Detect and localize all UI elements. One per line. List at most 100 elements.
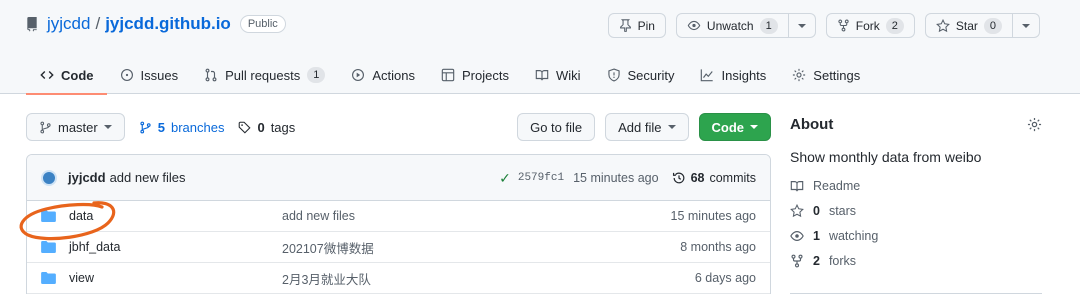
branches-link[interactable]: 5 branches <box>139 119 224 135</box>
forks-link[interactable]: 2 forks <box>790 252 1042 269</box>
repo-tabs: Code Issues Pull requests 1 Actions Proj… <box>26 56 873 95</box>
branch-tag-bar: master 5 branches 0 tags <box>26 113 295 141</box>
tab-label: Pull requests <box>225 67 301 83</box>
folder-icon <box>41 272 56 284</box>
file-age: 6 days ago <box>694 271 756 285</box>
file-table: jyjcdd add new files ✓ 2579fc1 15 minute… <box>26 154 771 294</box>
commit-time: 15 minutes ago <box>573 171 659 185</box>
gear-icon[interactable] <box>1027 117 1042 132</box>
graph-icon <box>701 69 714 82</box>
stars-link[interactable]: 0 stars <box>790 202 1042 219</box>
forks-count: 2 <box>813 253 820 268</box>
watching-label: watching <box>828 228 879 243</box>
repo-header: jyjcdd / jyjcdd.github.io Public Pin Unw… <box>0 0 1080 95</box>
add-file-label: Add file <box>618 119 662 135</box>
chevron-down-icon <box>103 125 112 129</box>
eye-icon <box>790 230 804 241</box>
file-commit-message[interactable]: add new files <box>282 209 355 223</box>
repo-name-link[interactable]: jyjcdd.github.io <box>105 14 231 34</box>
table-icon <box>441 68 455 82</box>
go-to-file-button[interactable]: Go to file <box>517 113 596 141</box>
commit-author[interactable]: jyjcdd <box>68 170 106 185</box>
book-icon <box>535 70 549 81</box>
repo-description: Show monthly data from weibo <box>790 149 982 165</box>
stars-count: 0 <box>813 203 820 218</box>
tags-label: tags <box>270 119 296 135</box>
gear-icon <box>793 68 806 82</box>
pull-request-count: 1 <box>307 67 326 83</box>
file-name[interactable]: view <box>69 271 282 285</box>
tab-settings[interactable]: Settings <box>779 56 873 94</box>
unwatch-dropdown[interactable] <box>788 13 816 38</box>
tab-label: Issues <box>140 67 179 83</box>
repo-owner-link[interactable]: jyjcdd <box>47 14 90 34</box>
tag-icon <box>239 121 251 134</box>
watching-link[interactable]: 1 watching <box>790 227 1042 244</box>
history-icon <box>672 172 684 184</box>
fork-label: Fork <box>855 18 880 33</box>
commit-message[interactable]: add new files <box>110 170 186 185</box>
add-file-button[interactable]: Add file <box>605 113 689 141</box>
table-row[interactable]: data add new files 15 minutes ago <box>27 201 770 232</box>
file-age: 15 minutes ago <box>670 209 756 223</box>
check-icon[interactable]: ✓ <box>499 170 511 187</box>
issue-icon <box>120 69 133 81</box>
commit-sha[interactable]: 2579fc1 <box>518 172 564 184</box>
file-navigation: master 5 branches 0 tags Go to file Add … <box>26 113 771 141</box>
table-row[interactable]: jbhf_data 202107微博数据 8 months ago <box>27 232 770 263</box>
pin-button[interactable]: Pin <box>607 13 666 38</box>
tab-label: Wiki <box>555 67 581 83</box>
tab-issues[interactable]: Issues <box>107 56 192 94</box>
branches-count: 5 <box>157 119 165 135</box>
unwatch-group: Unwatch 1 <box>675 13 816 38</box>
tab-code[interactable]: Code <box>26 56 107 95</box>
tab-projects[interactable]: Projects <box>428 56 522 94</box>
play-icon <box>352 69 365 81</box>
commits-label: commits <box>709 171 756 185</box>
about-header: About <box>790 113 1042 135</box>
tab-security[interactable]: Security <box>594 56 688 94</box>
folder-icon <box>41 241 56 253</box>
unwatch-label: Unwatch <box>706 18 754 33</box>
readme-link[interactable]: Readme <box>790 177 1042 194</box>
pull-request-icon <box>205 68 217 82</box>
stars-label: stars <box>828 203 857 218</box>
tab-pull-requests[interactable]: Pull requests 1 <box>191 56 338 94</box>
commits-count: 68 <box>690 171 705 185</box>
folder-icon <box>41 210 56 222</box>
shield-icon <box>607 68 620 82</box>
repo-title: jyjcdd / jyjcdd.github.io Public <box>26 14 286 34</box>
unwatch-count: 1 <box>759 17 778 34</box>
tab-insights[interactable]: Insights <box>687 56 779 94</box>
star-button[interactable]: Star 0 <box>924 13 1013 38</box>
tags-link[interactable]: 0 tags <box>238 120 295 135</box>
unwatch-button[interactable]: Unwatch 1 <box>675 13 789 38</box>
file-name[interactable]: data <box>69 209 282 223</box>
tab-label: Code <box>61 67 94 83</box>
tab-actions[interactable]: Actions <box>338 56 428 94</box>
chevron-down-icon <box>1022 23 1030 28</box>
branch-selector[interactable]: master <box>26 113 125 141</box>
tab-label: Settings <box>813 67 861 83</box>
file-commit-message[interactable]: 202107微博数据 <box>282 238 374 257</box>
avatar[interactable] <box>41 169 57 186</box>
branch-icon <box>40 121 51 133</box>
repo-separator: / <box>95 14 101 33</box>
about-sidebar: About Show monthly data from weibo Readm… <box>790 113 1042 294</box>
file-commit-message[interactable]: 2月3月就业大队 <box>282 269 371 288</box>
tags-count: 0 <box>257 119 265 135</box>
tab-wiki[interactable]: Wiki <box>522 56 594 94</box>
table-row[interactable]: view 2月3月就业大队 6 days ago <box>27 263 770 294</box>
readme-label: Readme <box>813 178 861 193</box>
repo-actions: Pin Unwatch 1 Fork 2 Star 0 <box>607 13 1040 38</box>
chevron-down-icon <box>667 125 676 129</box>
fork-button[interactable]: Fork 2 <box>825 13 915 38</box>
star-label: Star <box>955 18 978 33</box>
star-dropdown[interactable] <box>1013 13 1040 38</box>
commits-link[interactable]: 68 commits <box>672 171 756 185</box>
file-name[interactable]: jbhf_data <box>69 240 282 254</box>
pin-icon <box>619 19 631 32</box>
code-button[interactable]: Code <box>698 113 771 141</box>
star-count: 0 <box>983 17 1002 34</box>
star-icon <box>790 203 804 217</box>
